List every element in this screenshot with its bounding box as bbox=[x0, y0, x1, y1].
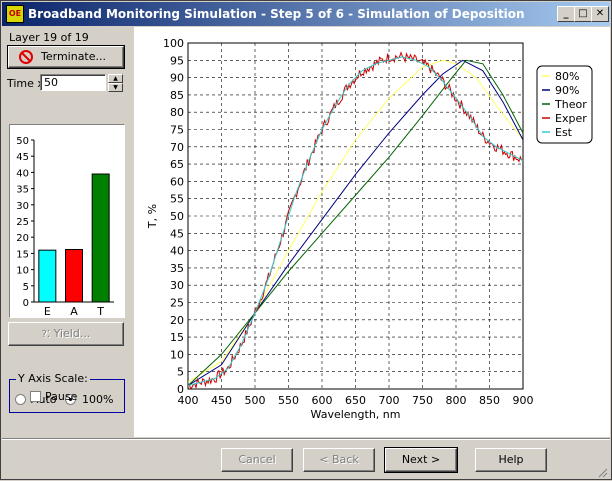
yield-button[interactable]: ?⁚ Yield... bbox=[8, 322, 124, 346]
bar-y-tick-label: 35 bbox=[16, 185, 29, 196]
bar-chart-panel: 0 5 10 15 20 25 30 35 40 45 50 E A T bbox=[9, 124, 125, 318]
y-axis-label: T, % bbox=[146, 204, 159, 229]
footer-divider bbox=[2, 438, 610, 440]
time-multiplier-input[interactable]: 50 bbox=[40, 74, 106, 91]
y-tick-label: 20 bbox=[170, 314, 184, 327]
y-axis-scale-title: Y Axis Scale: bbox=[16, 372, 90, 385]
percent-100-radio-label: 100% bbox=[82, 393, 114, 406]
x-tick-label: 650 bbox=[345, 394, 366, 407]
bar-y-tick-label: 5 bbox=[23, 282, 29, 293]
help-button[interactable]: Help bbox=[475, 448, 547, 472]
x-tick-label: 550 bbox=[278, 394, 299, 407]
spin-down-button[interactable]: ▼ bbox=[108, 83, 123, 92]
y-tick-label: 10 bbox=[170, 348, 184, 361]
stop-icon bbox=[19, 50, 33, 64]
legend-theor-label: Theor bbox=[554, 98, 587, 111]
bar-y-tick-label: 15 bbox=[16, 249, 29, 260]
layer-status: Layer 19 of 19 bbox=[9, 31, 89, 44]
x-tick-label: 450 bbox=[211, 394, 232, 407]
time-label: Time x bbox=[7, 77, 44, 90]
terminate-label: Terminate... bbox=[41, 50, 107, 63]
title-bar[interactable]: OE Broadband Monitoring Simulation - Ste… bbox=[2, 2, 610, 26]
yield-icon: ?⁚ bbox=[41, 329, 51, 340]
eat-bar-chart: 0 5 10 15 20 25 30 35 40 45 50 E A T bbox=[16, 136, 114, 318]
pause-label: Pause bbox=[45, 390, 78, 403]
main-window: OE Broadband Monitoring Simulation - Ste… bbox=[0, 0, 612, 480]
resize-grip[interactable] bbox=[596, 466, 608, 478]
y-tick-label: 85 bbox=[170, 89, 184, 102]
chart-legend: 80%90%TheorExperEst bbox=[536, 65, 593, 144]
cancel-button[interactable]: Cancel bbox=[221, 448, 293, 472]
y-tick-label: 100 bbox=[163, 37, 184, 50]
next-label: Next > bbox=[401, 453, 441, 466]
x-tick-label: 700 bbox=[379, 394, 400, 407]
y-tick-label: 70 bbox=[170, 141, 184, 154]
x-tick-label: 750 bbox=[412, 394, 433, 407]
y-tick-label: 90 bbox=[170, 72, 184, 85]
yield-label: Yield... bbox=[53, 327, 91, 340]
legend-80-pct-label: 80% bbox=[555, 70, 579, 83]
spin-up-button[interactable]: ▲ bbox=[108, 74, 123, 83]
bar-y-tick-label: 45 bbox=[16, 152, 29, 163]
terminate-button[interactable]: Terminate... bbox=[7, 45, 125, 69]
x-tick-label: 850 bbox=[479, 394, 500, 407]
bar-T bbox=[91, 173, 110, 303]
y-tick-label: 80 bbox=[170, 106, 184, 119]
bar-A bbox=[65, 249, 83, 303]
bar-y-tick-label: 20 bbox=[16, 233, 29, 244]
close-button[interactable]: ✕ bbox=[591, 6, 609, 22]
x-tick-label: 900 bbox=[513, 394, 534, 407]
app-icon: OE bbox=[6, 5, 24, 23]
x-tick-label: 600 bbox=[312, 394, 333, 407]
y-tick-label: 55 bbox=[170, 193, 184, 206]
y-tick-label: 15 bbox=[170, 331, 184, 344]
y-tick-label: 65 bbox=[170, 158, 184, 171]
transmittance-chart-panel: 400 450 500 550 600 650 700 750 800 850 900 0 5 10 15 2… bbox=[134, 27, 610, 437]
x-tick-label: 800 bbox=[446, 394, 467, 407]
y-tick-label: 35 bbox=[170, 262, 184, 275]
y-tick-label: 0 bbox=[177, 383, 184, 396]
y-tick-label: 75 bbox=[170, 124, 184, 137]
y-tick-label: 60 bbox=[170, 175, 184, 188]
y-tick-label: 40 bbox=[170, 245, 184, 258]
bar-y-tick-label: 10 bbox=[16, 266, 29, 277]
left-control-panel: Layer 19 of 19 Terminate... Time x 50 ▲ … bbox=[2, 27, 133, 437]
transmittance-chart: 400 450 500 550 600 650 700 750 800 850 9000510152… bbox=[146, 37, 593, 421]
x-axis-label: Wavelength, nm bbox=[311, 408, 401, 421]
y-tick-label: 95 bbox=[170, 54, 184, 67]
legend-exper-label: Exper bbox=[555, 112, 587, 125]
resize-grip-icon bbox=[598, 468, 608, 478]
bar-category-label: E bbox=[44, 305, 51, 317]
legend-est-label: Est bbox=[555, 126, 573, 139]
bar-y-tick-label: 0 bbox=[23, 298, 29, 309]
legend-90-pct-label: 90% bbox=[555, 84, 579, 97]
maximize-button[interactable]: □ bbox=[574, 6, 592, 22]
back-button[interactable]: < Back bbox=[303, 448, 375, 472]
auto-radio[interactable] bbox=[15, 394, 26, 405]
next-button[interactable]: Next > bbox=[384, 447, 458, 473]
bar-category-label: A bbox=[70, 305, 78, 317]
bar-y-tick-label: 40 bbox=[16, 168, 29, 179]
y-tick-label: 45 bbox=[170, 227, 184, 240]
x-tick-label: 500 bbox=[245, 394, 266, 407]
minimize-button[interactable]: _ bbox=[557, 6, 575, 22]
pause-checkbox[interactable] bbox=[30, 391, 41, 402]
bar-y-tick-label: 50 bbox=[16, 136, 29, 147]
y-tick-label: 5 bbox=[177, 366, 184, 379]
y-tick-label: 25 bbox=[170, 297, 184, 310]
bar-y-tick-label: 25 bbox=[16, 217, 29, 228]
bar-E bbox=[38, 249, 57, 303]
y-tick-label: 30 bbox=[170, 279, 184, 292]
bar-category-label: T bbox=[96, 305, 104, 317]
window-title: Broadband Monitoring Simulation - Step 5… bbox=[28, 7, 525, 21]
y-tick-label: 50 bbox=[170, 210, 184, 223]
bar-y-tick-label: 30 bbox=[16, 201, 29, 212]
